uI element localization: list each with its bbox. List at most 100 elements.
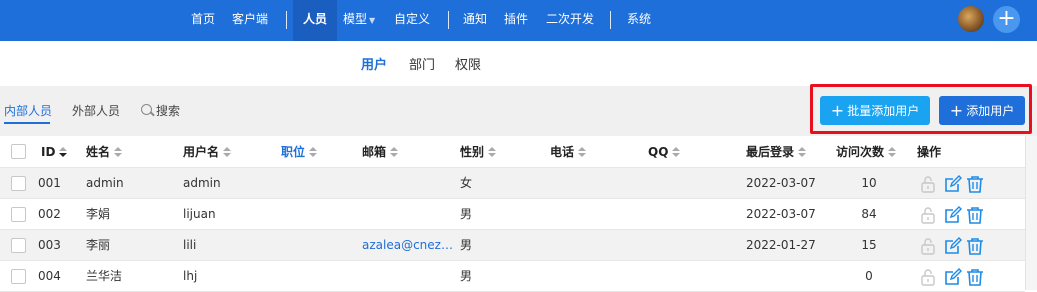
batch-add-users-button[interactable]: + 批量添加用户 xyxy=(820,96,930,125)
col-id-label: ID xyxy=(41,145,56,159)
top-nav: 首页 客户端 人员 模型 ▼ 自定义 通知 插件 二次开发 系统 + xyxy=(0,0,1037,41)
sort-icon xyxy=(114,147,123,157)
cell-last-login: 2022-01-27 xyxy=(746,238,816,252)
cell-id: 001 xyxy=(38,176,61,190)
edit-icon[interactable] xyxy=(944,268,962,286)
col-email-label: 邮箱 xyxy=(362,145,387,159)
plus-icon: + xyxy=(830,101,845,120)
avatar[interactable] xyxy=(958,6,984,32)
col-ops: 操作 xyxy=(917,145,942,159)
lock-icon[interactable] xyxy=(920,268,936,286)
row-checkbox[interactable] xyxy=(11,207,26,222)
cell-name: admin xyxy=(86,176,124,190)
lock-icon[interactable] xyxy=(920,237,936,255)
vertical-scrollbar[interactable] xyxy=(1025,136,1037,290)
sort-icon xyxy=(488,147,497,157)
nav-divider xyxy=(448,11,449,29)
row-checkbox[interactable] xyxy=(11,269,26,284)
edit-icon[interactable] xyxy=(944,175,962,193)
batch-add-users-label: 批量添加用户 xyxy=(847,104,920,118)
add-user-button[interactable]: + 添加用户 xyxy=(939,96,1025,125)
cell-username: lili xyxy=(183,238,197,252)
col-phone-label: 电话 xyxy=(550,145,575,159)
sort-icon xyxy=(888,147,897,157)
nav-notify[interactable]: 通知 xyxy=(463,0,487,41)
nav-divider xyxy=(610,11,611,29)
tab-external-staff[interactable]: 外部人员 xyxy=(72,102,120,119)
nav-people[interactable]: 人员 xyxy=(293,0,338,41)
trash-icon[interactable] xyxy=(966,206,984,224)
trash-icon[interactable] xyxy=(966,237,984,255)
col-username-label: 用户名 xyxy=(183,145,220,159)
nav-model-label: 模型 xyxy=(343,12,368,26)
row-actions xyxy=(920,268,990,286)
col-phone[interactable]: 电话 xyxy=(550,136,587,167)
lock-icon[interactable] xyxy=(920,206,936,224)
cell-id: 004 xyxy=(38,269,61,283)
nav-dev[interactable]: 二次开发 xyxy=(546,0,594,41)
cell-name: 李丽 xyxy=(86,238,111,252)
table-header: ID 姓名 用户名 职位 邮箱 性别 电话 QQ 最后登录 访问次数 操作 xyxy=(0,136,1025,168)
search-icon[interactable] xyxy=(141,104,152,115)
tab-permissions[interactable]: 权限 xyxy=(455,54,481,73)
col-position[interactable]: 职位 xyxy=(281,136,318,167)
sort-icon xyxy=(223,147,232,157)
trash-icon[interactable] xyxy=(966,175,984,193)
cell-id: 002 xyxy=(38,207,61,221)
tab-users[interactable]: 用户 xyxy=(361,54,387,73)
cell-visits: 0 xyxy=(865,269,873,283)
col-name-label: 姓名 xyxy=(86,145,111,159)
cell-name: 兰华洁 xyxy=(86,269,123,283)
col-name[interactable]: 姓名 xyxy=(86,136,123,167)
sort-icon xyxy=(672,147,681,157)
nav-system[interactable]: 系统 xyxy=(627,0,651,41)
cell-id: 003 xyxy=(38,238,61,252)
edit-icon[interactable] xyxy=(944,206,962,224)
cell-last-login: 2022-03-07 xyxy=(746,176,816,190)
col-qq-label: QQ xyxy=(648,145,669,159)
nav-client[interactable]: 客户端 xyxy=(232,0,268,41)
table-row[interactable]: 004 兰华洁 lhj 男 0 xyxy=(0,261,1025,292)
nav-divider xyxy=(286,11,287,29)
cell-visits: 10 xyxy=(861,176,877,190)
table-row[interactable]: 001 admin admin 女 2022-03-07 10 xyxy=(0,168,1025,199)
tab-departments[interactable]: 部门 xyxy=(409,54,435,73)
table-row[interactable]: 003 李丽 lili azalea@cnez… 男 2022-01-27 15 xyxy=(0,230,1025,261)
cell-username: admin xyxy=(183,176,221,190)
col-gender[interactable]: 性别 xyxy=(460,136,497,167)
sort-icon xyxy=(798,147,807,157)
col-gender-label: 性别 xyxy=(460,145,485,159)
edit-icon[interactable] xyxy=(944,237,962,255)
cell-email[interactable]: azalea@cnez… xyxy=(362,230,453,261)
sort-icon xyxy=(309,147,318,157)
sub-tabs: 用户 部门 权限 xyxy=(0,41,1037,86)
select-all-checkbox[interactable] xyxy=(11,144,26,159)
nav-home[interactable]: 首页 xyxy=(191,0,215,41)
col-email[interactable]: 邮箱 xyxy=(362,136,399,167)
add-circle-icon[interactable]: + xyxy=(993,6,1020,33)
col-last-login-label: 最后登录 xyxy=(746,145,795,159)
row-actions xyxy=(920,237,990,255)
row-actions xyxy=(920,175,990,193)
table-row[interactable]: 002 李娟 lijuan 男 2022-03-07 84 xyxy=(0,199,1025,230)
col-qq[interactable]: QQ xyxy=(648,136,681,167)
col-last-login[interactable]: 最后登录 xyxy=(746,136,807,167)
nav-plugins[interactable]: 插件 xyxy=(504,0,528,41)
row-checkbox[interactable] xyxy=(11,176,26,191)
col-username[interactable]: 用户名 xyxy=(183,136,232,167)
row-checkbox[interactable] xyxy=(11,238,26,253)
sort-icon xyxy=(59,147,68,157)
tab-internal-staff[interactable]: 内部人员 xyxy=(4,102,52,119)
col-visits-label: 访问次数 xyxy=(836,145,885,159)
cell-gender: 男 xyxy=(460,269,473,283)
active-tab-indicator xyxy=(4,122,50,124)
cell-gender: 女 xyxy=(460,176,473,190)
search-button[interactable]: 搜索 xyxy=(156,102,180,119)
nav-custom[interactable]: 自定义 xyxy=(394,0,430,41)
col-visits[interactable]: 访问次数 xyxy=(836,136,897,167)
cell-last-login: 2022-03-07 xyxy=(746,207,816,221)
nav-model[interactable]: 模型 ▼ xyxy=(343,0,375,41)
col-id[interactable]: ID xyxy=(41,136,68,167)
trash-icon[interactable] xyxy=(966,268,984,286)
lock-icon[interactable] xyxy=(920,175,936,193)
